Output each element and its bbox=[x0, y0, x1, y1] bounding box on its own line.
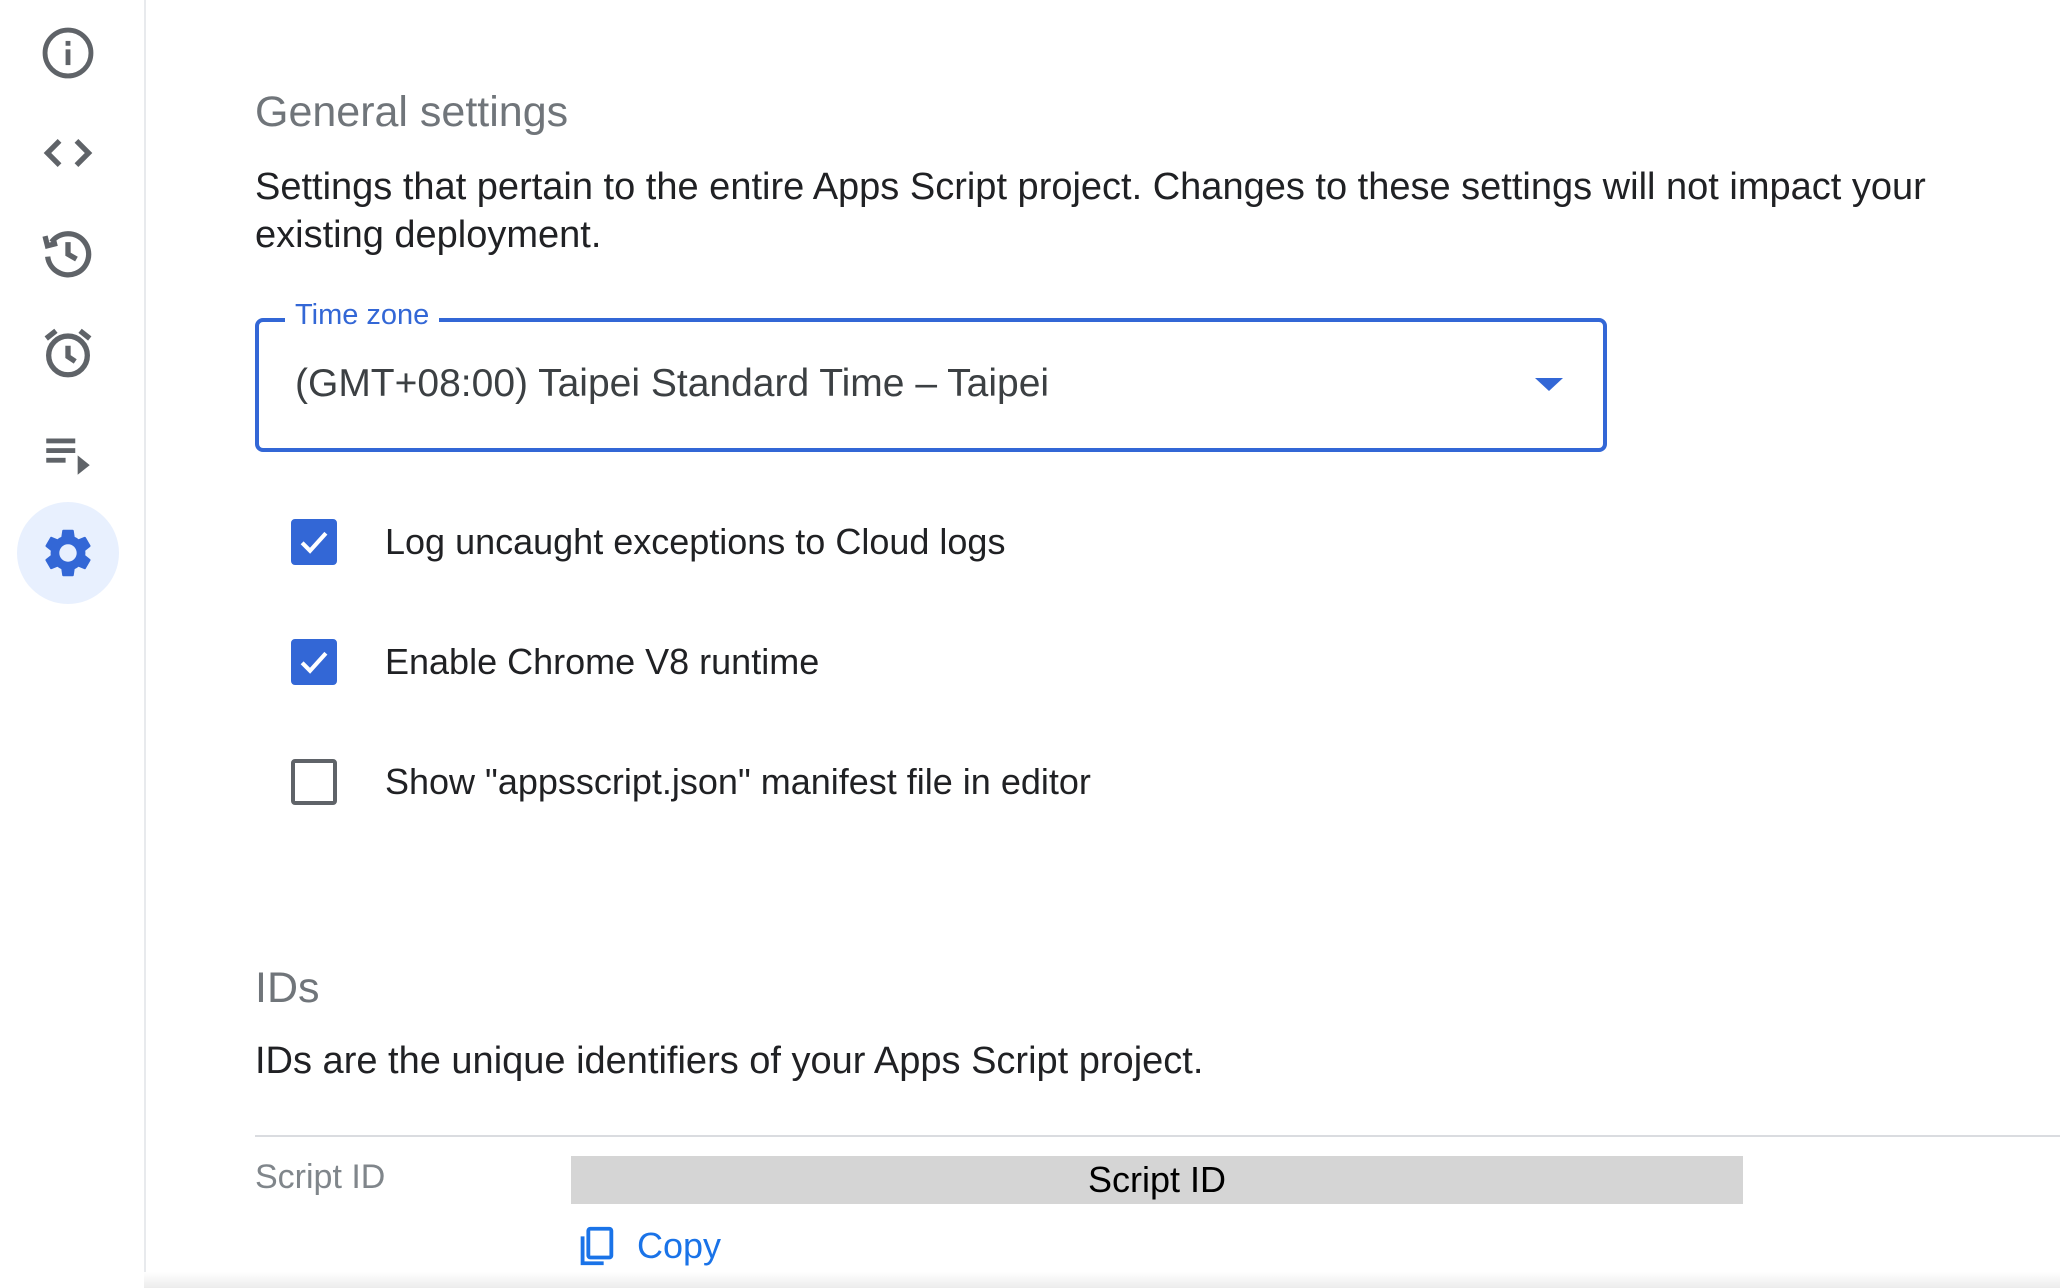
settings-content: General settings Settings that pertain t… bbox=[255, 0, 2060, 1288]
log-exceptions-checkbox[interactable] bbox=[291, 519, 337, 565]
general-settings-heading: General settings bbox=[255, 88, 569, 136]
project-settings-nav-button[interactable] bbox=[17, 502, 119, 604]
script-id-value[interactable]: Script ID bbox=[571, 1156, 1743, 1204]
history-icon bbox=[42, 231, 92, 278]
show-manifest-label: Show "appsscript.json" manifest file in … bbox=[385, 761, 1091, 802]
v8-runtime-label: Enable Chrome V8 runtime bbox=[385, 641, 820, 682]
checkmark-icon bbox=[300, 651, 328, 674]
copy-script-id-button[interactable]: Copy bbox=[573, 1218, 721, 1274]
time-zone-select[interactable]: Time zone (GMT+08:00) Taipei Standard Ti… bbox=[255, 299, 1607, 452]
executions-nav-button[interactable] bbox=[17, 402, 119, 504]
checkmark-icon bbox=[300, 531, 328, 554]
log-exceptions-option[interactable]: Log uncaught exceptions to Cloud logs bbox=[291, 512, 1005, 572]
info-icon bbox=[42, 27, 94, 79]
settings-page: General settings Settings that pertain t… bbox=[0, 0, 2060, 1288]
log-exceptions-label: Log uncaught exceptions to Cloud logs bbox=[385, 521, 1006, 562]
triggers-nav-button[interactable] bbox=[17, 302, 119, 404]
general-settings-description: Settings that pertain to the entire Apps… bbox=[255, 166, 1926, 256]
show-manifest-option[interactable]: Show "appsscript.json" manifest file in … bbox=[291, 752, 1091, 812]
ids-description: IDs are the unique identifiers of your A… bbox=[255, 1040, 1204, 1082]
dropdown-arrow-icon bbox=[1535, 378, 1563, 391]
v8-runtime-option[interactable]: Enable Chrome V8 runtime bbox=[291, 632, 819, 692]
alarm-clock-icon bbox=[44, 328, 92, 378]
ids-heading: IDs bbox=[255, 964, 320, 1012]
v8-runtime-checkbox[interactable] bbox=[291, 639, 337, 685]
side-nav-rail bbox=[0, 0, 146, 1288]
script-id-label: Script ID bbox=[255, 1158, 386, 1196]
time-zone-label: Time zone bbox=[285, 299, 440, 332]
editor-nav-button[interactable] bbox=[17, 102, 119, 204]
show-manifest-checkbox[interactable] bbox=[291, 759, 337, 805]
code-icon bbox=[43, 139, 93, 167]
project-history-nav-button[interactable] bbox=[17, 202, 119, 304]
copy-icon bbox=[580, 1226, 614, 1266]
gear-icon bbox=[45, 529, 91, 577]
time-zone-value: (GMT+08:00) Taipei Standard Time – Taipe… bbox=[295, 362, 1050, 405]
executions-icon bbox=[46, 438, 90, 475]
copy-label: Copy bbox=[637, 1225, 722, 1266]
bottom-scroll-shadow bbox=[144, 1272, 2060, 1288]
overview-nav-button[interactable] bbox=[17, 2, 119, 104]
section-divider bbox=[255, 1135, 2060, 1137]
